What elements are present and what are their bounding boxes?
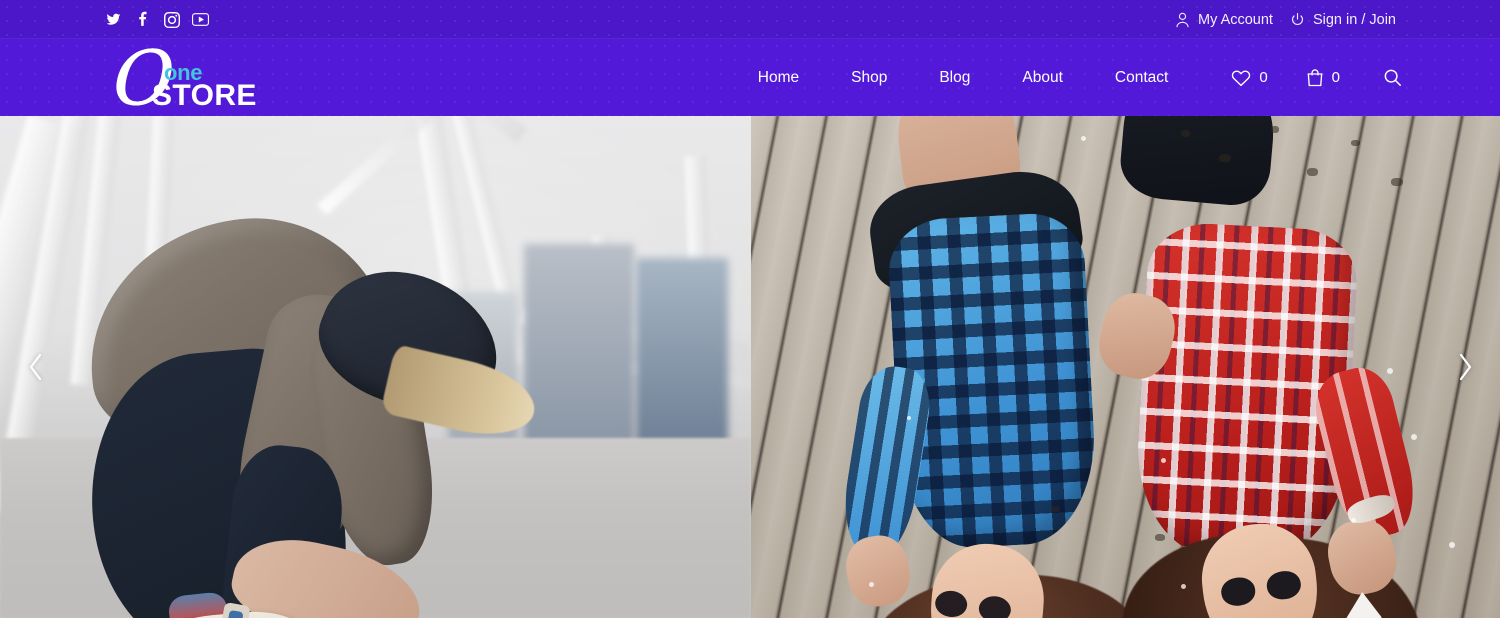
nav-item-about[interactable]: About [996, 69, 1089, 87]
my-account-label: My Account [1198, 11, 1273, 28]
user-icon [1175, 12, 1190, 28]
primary-navigation: Home Shop Blog About Contact [732, 69, 1195, 87]
search-icon [1383, 68, 1402, 87]
heart-icon [1231, 69, 1251, 87]
site-logo[interactable]: O one STORE [105, 33, 257, 124]
site-header: My Account Sign in / Join O one STORE Ho… [0, 0, 1500, 124]
hero-slider[interactable] [0, 116, 1500, 618]
facebook-icon[interactable] [134, 11, 151, 28]
cart-button[interactable]: 0 [1287, 68, 1359, 87]
my-account-link[interactable]: My Account [1175, 12, 1273, 28]
search-button[interactable] [1359, 68, 1402, 87]
sign-in-join-link[interactable]: Sign in / Join [1290, 12, 1396, 28]
nav-item-shop[interactable]: Shop [825, 69, 913, 87]
wishlist-button[interactable]: 0 [1212, 69, 1286, 87]
social-links [105, 11, 209, 28]
chevron-right-icon [1457, 352, 1474, 382]
slide-runner-image [0, 116, 751, 618]
nav-item-contact[interactable]: Contact [1089, 69, 1194, 87]
slide-boardwalk-image [751, 116, 1500, 618]
shopping-bag-icon [1306, 68, 1324, 87]
nav-item-blog[interactable]: Blog [913, 69, 996, 87]
slider-prev-button[interactable] [0, 116, 70, 618]
header-tools: 0 0 [1212, 68, 1402, 87]
cart-count: 0 [1331, 69, 1340, 86]
twitter-icon[interactable] [105, 11, 122, 28]
slider-next-button[interactable] [1430, 116, 1500, 618]
top-utility-right: My Account Sign in / Join [1175, 12, 1396, 28]
main-navbar: O one STORE Home Shop Blog About Contact… [0, 33, 1500, 124]
logo-main-text: STORE [152, 78, 257, 112]
power-icon [1290, 12, 1305, 28]
slide-boardwalk[interactable] [751, 116, 1500, 618]
nav-item-home[interactable]: Home [732, 69, 825, 87]
slide-runner[interactable] [0, 116, 751, 618]
chevron-left-icon [27, 352, 44, 382]
instagram-icon[interactable] [163, 11, 180, 28]
sign-in-join-label: Sign in / Join [1312, 11, 1396, 28]
wishlist-count: 0 [1259, 69, 1268, 86]
youtube-icon[interactable] [192, 11, 209, 28]
top-utility-bar: My Account Sign in / Join [0, 0, 1500, 39]
